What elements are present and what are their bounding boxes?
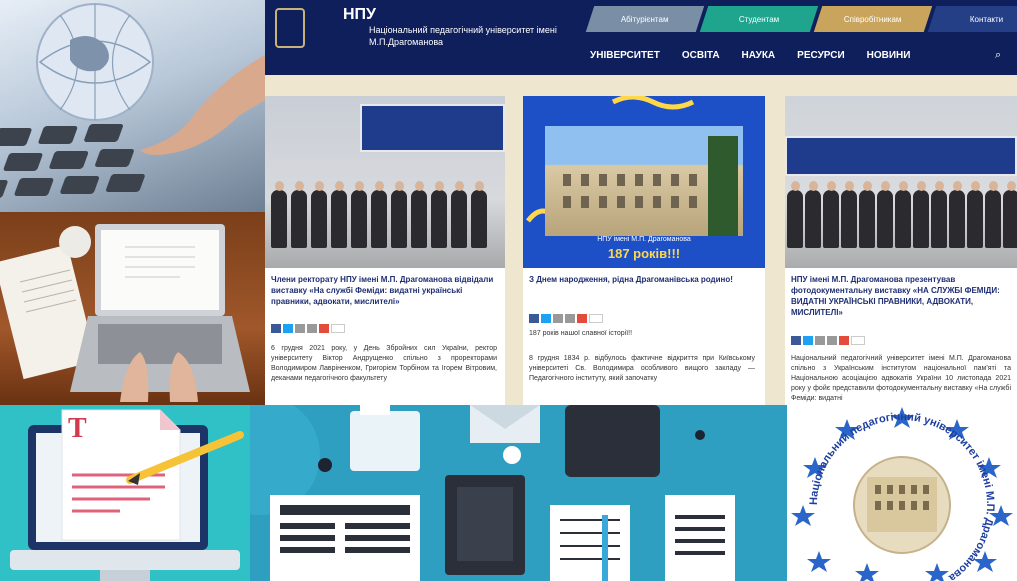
laptop-document-graphic [10, 409, 244, 581]
document-laptop-illustration: T [0, 405, 250, 581]
banner-caption: НПУ імені М.П. Драгоманова [597, 236, 691, 243]
seal-graphic: Національний педагогічний університет ім… [791, 407, 1013, 581]
nav-university[interactable]: УНІВЕРСИТЕТ [590, 50, 660, 61]
group-of-people [271, 181, 487, 248]
news-card-1-text: 6 грудня 2021 року, у День Збройних сил … [271, 345, 497, 382]
nav-news[interactable]: НОВИНИ [867, 50, 911, 61]
news-card-3-text: Національний педагогічний університет ім… [791, 355, 1011, 402]
office-flatlay-graphic [250, 405, 735, 581]
office-supplies-illustration [250, 405, 787, 581]
tab-contacts[interactable]: Контакти [927, 6, 1017, 32]
news-card-3[interactable]: НПУ імені М.П. Драгоманова презентував ф… [785, 96, 1017, 405]
site-header: НПУ Національний педагогічний університе… [265, 0, 1017, 75]
laptop-desk-illustration [0, 224, 250, 402]
document-letter-t: T [68, 413, 87, 444]
share-buttons[interactable] [529, 314, 603, 323]
group-of-people [787, 181, 1017, 248]
globe-keyboard-photo [0, 0, 265, 212]
site-top-tabs: Абітурієнтам Студентам Співробітникам Ко… [585, 6, 1017, 32]
news-card-3-photo [785, 96, 1017, 268]
search-icon[interactable]: ⌕ [995, 49, 1001, 62]
news-card-2-subtitle: 187 років нашої славної історії!! [529, 330, 633, 337]
site-main-nav: УНІВЕРСИТЕТ ОСВІТА НАУКА РЕСУРСИ НОВИНИ [590, 50, 910, 61]
news-card-1-title[interactable]: Члени ректорату НПУ імені М.П. Драгомано… [271, 274, 495, 307]
site-university-name: Національний педагогічний університет ім… [369, 25, 557, 47]
site-logo-letters: НПУ [343, 6, 377, 23]
nav-education[interactable]: ОСВІТА [682, 50, 720, 61]
collage: НПУ Національний педагогічний університе… [0, 0, 1017, 581]
share-buttons[interactable] [271, 324, 345, 333]
news-card-1[interactable]: Члени ректорату НПУ імені М.П. Драгомано… [265, 96, 505, 405]
news-card-2-banner: НПУ імені М.П. Драгоманова 187 років!!! [523, 94, 765, 268]
laptop-desk-photo [0, 212, 265, 405]
tab-staff[interactable]: Співробітникам [813, 6, 933, 32]
university-website-screenshot: НПУ Національний педагогічний університе… [265, 0, 1017, 405]
news-card-1-photo [265, 96, 505, 268]
tab-abiturients[interactable]: Абітурієнтам [585, 6, 705, 32]
nav-resources[interactable]: РЕСУРСИ [797, 50, 844, 61]
nav-science[interactable]: НАУКА [742, 50, 776, 61]
news-card-2-text: 8 грудня 1834 р. відбулось фактичне відк… [529, 355, 755, 382]
news-card-3-title[interactable]: НПУ імені М.П. Драгоманова презентував ф… [791, 274, 1015, 318]
share-buttons[interactable] [791, 336, 865, 345]
news-card-2[interactable]: НПУ імені М.П. Драгоманова 187 років!!! … [523, 94, 765, 405]
news-card-2-title[interactable]: З Днем народження, рідна Драгоманівська … [529, 274, 753, 285]
exhibition-stand [360, 104, 505, 152]
university-emblem-icon [275, 8, 305, 48]
tab-students[interactable]: Студентам [699, 6, 819, 32]
exhibition-stand [785, 136, 1017, 176]
banner-years: 187 років!!! [607, 246, 681, 261]
globe-keyboard-illustration [0, 3, 265, 198]
university-seal: Національний педагогічний університет ім… [787, 405, 1017, 581]
